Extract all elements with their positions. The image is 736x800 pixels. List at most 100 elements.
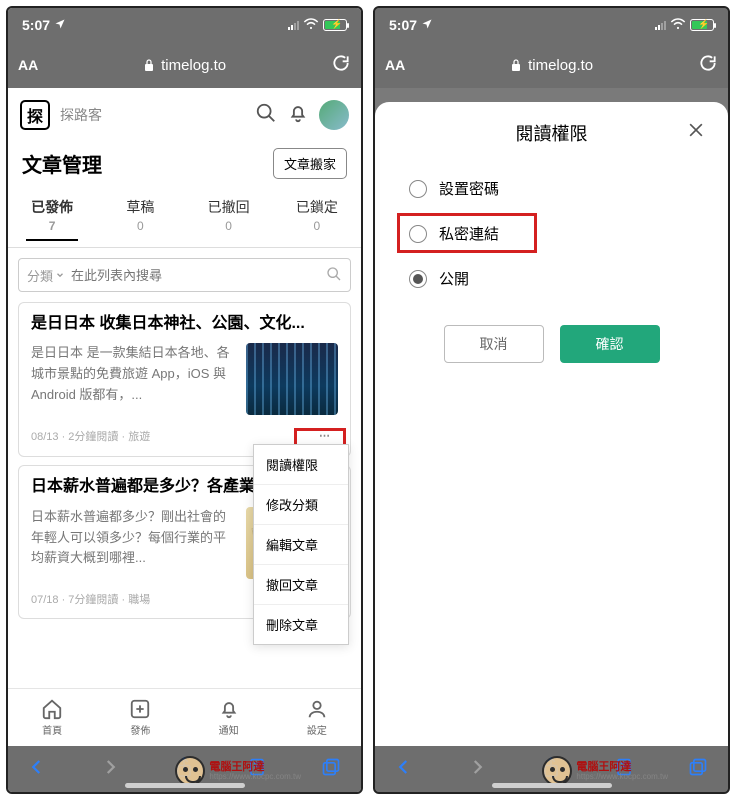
cancel-button[interactable]: 取消	[444, 325, 544, 363]
article-meta: 08/13 · 2分鐘閱讀 · 旅遊	[31, 428, 150, 444]
site-topbar: 探 探路客	[8, 88, 361, 142]
avatar[interactable]	[319, 100, 349, 130]
menu-item-change-category[interactable]: 修改分類	[254, 485, 348, 525]
lock-icon	[143, 58, 155, 72]
ios-status-bar: 5:07 ⚡	[375, 8, 728, 42]
lock-icon	[510, 58, 522, 72]
battery-icon: ⚡	[690, 19, 714, 31]
option-private-link[interactable]: 私密連結	[391, 211, 712, 256]
text-size-button[interactable]: AA	[18, 57, 38, 73]
move-articles-button[interactable]: 文章搬家	[273, 148, 347, 179]
status-time: 5:07	[22, 17, 50, 33]
confirm-button[interactable]: 確認	[560, 325, 660, 363]
safari-toolbar: 電腦王阿達https://www.kocpc.com.tw	[8, 746, 361, 792]
article-thumbnail	[246, 343, 338, 415]
address-field[interactable]: timelog.to	[415, 57, 688, 74]
bookmarks-button[interactable]	[248, 757, 266, 782]
reload-button[interactable]	[698, 53, 718, 78]
bottom-nav: 首頁 發佈 通知 設定	[8, 688, 361, 746]
location-arrow-icon	[421, 17, 433, 33]
option-public[interactable]: 公開	[391, 256, 712, 301]
tab-locked[interactable]: 已鎖定0	[273, 189, 361, 247]
menu-item-withdraw[interactable]: 撤回文章	[254, 565, 348, 605]
radio-icon	[409, 270, 427, 288]
text-size-button[interactable]: AA	[385, 57, 405, 73]
tabs-button[interactable]	[688, 757, 708, 782]
bell-icon[interactable]	[287, 102, 309, 129]
nav-settings[interactable]: 設定	[273, 689, 361, 746]
article-excerpt: 是日日本 是一款集結日本各地、各城市景點的免費旅遊 App，iOS 與 Andr…	[31, 343, 236, 415]
search-icon[interactable]	[326, 266, 342, 285]
wifi-icon	[670, 17, 686, 33]
safari-address-bar: AA timelog.to	[375, 42, 728, 88]
nav-home[interactable]: 首頁	[8, 689, 96, 746]
option-password[interactable]: 設置密碼	[391, 166, 712, 211]
address-domain: timelog.to	[528, 57, 593, 74]
share-button[interactable]	[542, 756, 560, 783]
back-button[interactable]	[395, 758, 413, 781]
option-label: 設置密碼	[439, 178, 499, 199]
forward-button[interactable]	[468, 758, 486, 781]
search-icon[interactable]	[255, 102, 277, 129]
home-icon	[41, 698, 63, 720]
right-phone: 5:07 ⚡ AA timelog.to	[373, 6, 730, 794]
site-logo[interactable]: 探	[20, 100, 50, 130]
article-card[interactable]: 是日日本 收集日本神社、公園、文化... 是日日本 是一款集結日本各地、各城市景…	[18, 302, 351, 457]
page-content: 探 探路客 文章管理 文章搬家 已發佈7 草稿0 已撤回0 已鎖定0	[8, 88, 361, 746]
nav-notifications[interactable]: 通知	[185, 689, 273, 746]
option-label: 私密連結	[439, 223, 499, 244]
bookmarks-button[interactable]	[615, 757, 633, 782]
battery-icon: ⚡	[323, 19, 347, 31]
modal-backdrop: 閱讀權限 設置密碼 私密連結 公開	[375, 88, 728, 746]
home-indicator	[125, 783, 245, 788]
watermark: 電腦王阿達https://www.kocpc.com.tw	[542, 756, 668, 786]
status-time: 5:07	[389, 17, 417, 33]
menu-item-read-permission[interactable]: 閱讀權限	[254, 445, 348, 485]
permission-modal: 閱讀權限 設置密碼 私密連結 公開	[375, 102, 728, 746]
address-domain: timelog.to	[161, 57, 226, 74]
list-search[interactable]: 分類	[18, 258, 351, 292]
tab-withdrawn[interactable]: 已撤回0	[185, 189, 273, 247]
back-button[interactable]	[28, 758, 46, 781]
status-tabs: 已發佈7 草稿0 已撤回0 已鎖定0	[8, 189, 361, 248]
bell-icon	[218, 698, 240, 720]
site-name: 探路客	[60, 105, 245, 125]
left-phone: 5:07 ⚡ AA timelog.to	[6, 6, 363, 794]
menu-item-delete[interactable]: 刪除文章	[254, 605, 348, 644]
tab-draft[interactable]: 草稿0	[96, 189, 184, 247]
article-actions-menu: 閱讀權限 修改分類 編輯文章 撤回文章 刪除文章	[253, 444, 349, 645]
wifi-icon	[303, 17, 319, 33]
forward-button[interactable]	[101, 758, 119, 781]
nav-publish[interactable]: 發佈	[96, 689, 184, 746]
close-icon	[686, 120, 706, 140]
menu-item-edit[interactable]: 編輯文章	[254, 525, 348, 565]
person-icon	[306, 698, 328, 720]
cell-signal-icon	[288, 20, 299, 30]
home-indicator	[492, 783, 612, 788]
article-title: 是日日本 收集日本神社、公園、文化...	[31, 313, 338, 335]
category-filter[interactable]: 分類	[27, 266, 65, 285]
watermark: 電腦王阿達https://www.kocpc.com.tw	[175, 756, 301, 786]
ios-status-bar: 5:07 ⚡	[8, 8, 361, 42]
article-meta: 07/18 · 7分鐘閱讀 · 職場	[31, 591, 150, 607]
article-excerpt: 日本薪水普遍都多少？剛出社會的年輕人可以領多少？每個行業的平均薪資大概到哪裡..…	[31, 507, 236, 579]
tab-published[interactable]: 已發佈7	[8, 189, 96, 247]
section-header: 文章管理 文章搬家	[8, 142, 361, 189]
chevron-down-icon	[55, 270, 65, 280]
cell-signal-icon	[655, 20, 666, 30]
safari-toolbar: 電腦王阿達https://www.kocpc.com.tw	[375, 746, 728, 792]
radio-icon	[409, 225, 427, 243]
modal-title: 閱讀權限	[516, 120, 588, 146]
reload-button[interactable]	[331, 53, 351, 78]
search-input[interactable]	[71, 268, 326, 283]
page-title: 文章管理	[22, 149, 102, 178]
safari-address-bar: AA timelog.to	[8, 42, 361, 88]
address-field[interactable]: timelog.to	[48, 57, 321, 74]
dual-screenshot-stage: 5:07 ⚡ AA timelog.to	[0, 0, 736, 800]
radio-icon	[409, 180, 427, 198]
plus-square-icon	[129, 698, 151, 720]
share-button[interactable]	[175, 756, 193, 783]
tabs-button[interactable]	[321, 757, 341, 782]
close-button[interactable]	[686, 120, 706, 146]
location-arrow-icon	[54, 17, 66, 33]
